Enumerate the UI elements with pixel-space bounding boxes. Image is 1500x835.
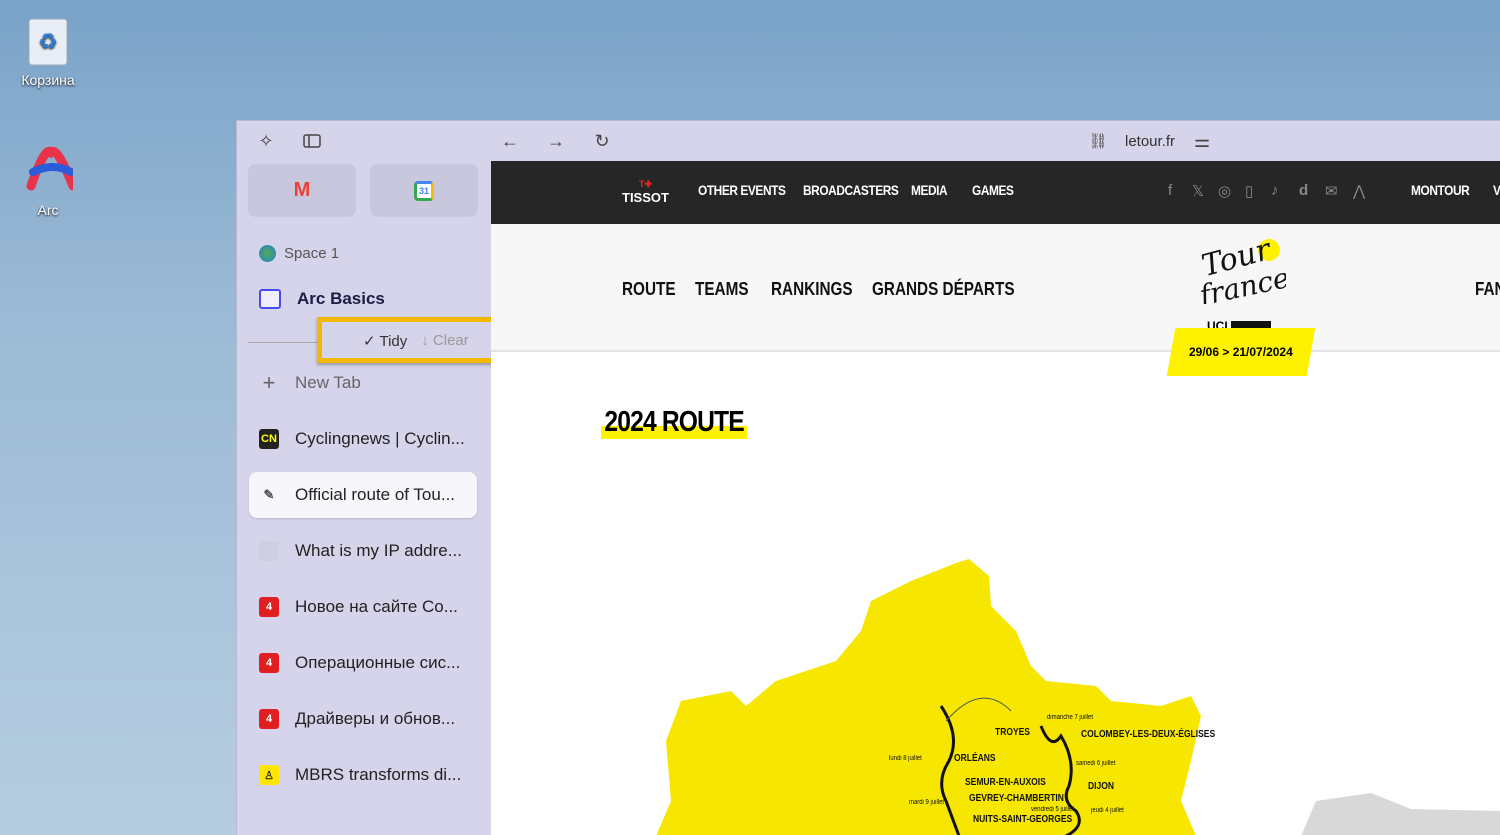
sidebar-tab[interactable]: CN Cyclingnews | Cyclin... [249, 416, 477, 462]
tab-title: Драйверы и обнов... [295, 709, 456, 728]
folder-name: Arc Basics [297, 289, 385, 308]
clear-button[interactable]: ↓ Clear [421, 332, 469, 350]
map-label: lundi 8 juillet [889, 755, 922, 762]
sidebar-tab[interactable]: 4 Операционные сис... [249, 640, 477, 686]
sidebar-tab[interactable]: 4 Драйверы и обнов... [249, 696, 477, 742]
sidebar-toolbar: ✧ [251, 121, 327, 161]
map-label: GEVREY-CHAMBERTIN [969, 793, 1064, 804]
sidebar-tab[interactable]: What is my IP addre... [249, 528, 477, 574]
map-label: ORLÉANS [954, 753, 996, 764]
sidebar-tab[interactable]: 4 Новое на сайте Co... [249, 584, 477, 630]
folder-icon [259, 289, 281, 309]
gmail-icon: M [293, 179, 311, 201]
favicon-icon: 4 [259, 653, 279, 673]
url-text[interactable]: letour.fr [1125, 133, 1175, 150]
svg-text:♻: ♻ [38, 29, 58, 54]
desktop-icon-recycle-bin[interactable]: ♻ Корзина [10, 12, 86, 88]
map-label: vendredi 5 juillet [1031, 806, 1075, 813]
tab-title: Official route of Tou... [295, 485, 456, 504]
map-label: COLOMBEY-LES-DEUX-ÉGLISES [1081, 729, 1216, 740]
reload-icon[interactable]: ↻ [587, 126, 617, 156]
favicon-icon [259, 541, 279, 561]
nav-toolbar: ← → ↻ [495, 121, 617, 161]
map-label: TROYES [995, 727, 1030, 738]
back-icon[interactable]: ← [495, 126, 525, 156]
space-label[interactable]: Space 1 [249, 231, 477, 275]
desktop-icon-label: Arc [37, 202, 59, 218]
globe-icon [259, 244, 276, 262]
toggle-sidebar-icon[interactable] [297, 126, 327, 156]
favicon-icon: 4 [259, 597, 279, 617]
tab-title: MBRS transforms di... [295, 765, 462, 784]
pinned-calendar[interactable]: 31 [370, 164, 478, 217]
new-tab-label: New Tab [295, 373, 361, 392]
divider [248, 342, 318, 343]
recycle-bin-icon: ♻ [23, 12, 73, 68]
clear-label: Clear [432, 332, 469, 349]
arrow-down-icon: ↓ [421, 332, 433, 349]
tidy-label: Tidy [379, 333, 408, 350]
tidy-clear-row: ✓ Tidy ↓ Clear [363, 332, 469, 350]
arc-icon [23, 142, 73, 198]
map-label: dimanche 7 juillet [1047, 714, 1093, 721]
tab-title: Новое на сайте Co... [295, 597, 458, 616]
web-content: T✚ TISSOT OTHER EVENTS BROADCASTERS MEDIA… [491, 161, 1500, 835]
map-label: SEMUR-EN-AUXOIS [965, 777, 1046, 788]
favicon-icon: ✎ [263, 487, 275, 502]
sidebar-tab[interactable]: ✎ Official route of Tou... [249, 472, 477, 518]
tidy-button[interactable]: ✓ Tidy [363, 332, 407, 350]
tab-title: Операционные сис... [295, 653, 461, 672]
tab-title: Cyclingnews | Cyclin... [295, 429, 465, 448]
broom-icon: ✓ [363, 333, 380, 350]
site-controls-icon[interactable]: ⚌ [1187, 126, 1217, 156]
arc-browser-window: ✧ ← → ↻ ⛓ letour.fr ⚌ M 31 Space 1 Arc B… [236, 120, 1500, 835]
desktop-icon-arc[interactable]: Arc [10, 142, 86, 218]
space-name: Space 1 [284, 244, 340, 262]
calendar-icon: 31 [414, 180, 434, 201]
favicon-icon: CN [259, 429, 279, 449]
desktop-icon-label: Корзина [21, 72, 75, 88]
pinned-gmail[interactable]: M [248, 164, 356, 217]
folder-arc-basics[interactable]: Arc Basics [249, 276, 477, 322]
map-label: mardi 9 juillet [909, 799, 945, 806]
map-label: DIJON [1088, 781, 1114, 792]
map-label: samedi 6 juillet [1076, 760, 1116, 767]
sidebar-tab[interactable]: ♙ MBRS transforms di... [249, 752, 477, 798]
plus-icon: + [262, 370, 276, 395]
arc-menu-icon[interactable]: ✧ [251, 126, 281, 156]
url-area[interactable]: ⛓ letour.fr ⚌ [1083, 121, 1217, 161]
link-icon[interactable]: ⛓ [1083, 126, 1113, 156]
map-label: jeudi 4 juillet [1091, 807, 1124, 814]
tab-title: What is my IP addre... [295, 541, 462, 560]
forward-icon[interactable]: → [541, 126, 571, 156]
map-label: NUITS-SAINT-GEORGES [973, 814, 1073, 825]
new-tab-button[interactable]: + New Tab [249, 360, 477, 406]
favicon-icon: ♙ [259, 765, 279, 785]
favicon-icon: 4 [259, 709, 279, 729]
